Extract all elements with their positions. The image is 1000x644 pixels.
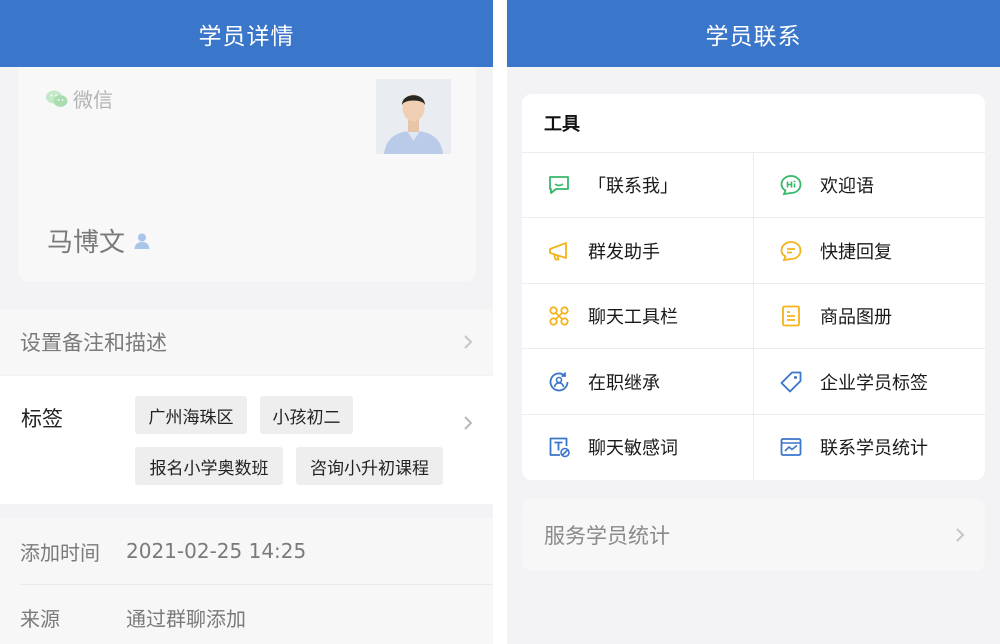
avatar[interactable] <box>376 79 451 154</box>
tools-card: 工具 「联系我」 欢迎语 群发助手 快捷回复 聊天工具栏 商品图册 在职继承 企… <box>522 94 985 480</box>
added-time-label: 添加时间 <box>20 540 100 565</box>
added-time-row: 添加时间 2021-02-25 14:25 <box>0 518 493 584</box>
student-name: 马博文 <box>47 228 126 258</box>
tags-label: 标签 <box>21 407 63 431</box>
tools-title: 工具 <box>544 114 580 135</box>
tag-chip[interactable]: 小孩初二 <box>260 396 353 434</box>
tool-contact-me[interactable]: 「联系我」 <box>522 152 753 217</box>
tool-label: 聊天工具栏 <box>588 306 678 328</box>
sensitive-word-icon <box>549 437 570 457</box>
added-time-value: 2021-02-25 14:25 <box>126 539 307 563</box>
megaphone-icon <box>549 241 567 260</box>
tag-chip[interactable]: 广州海珠区 <box>135 396 247 434</box>
user-icon <box>134 233 150 249</box>
page-title: 学员联系 <box>507 0 1000 67</box>
student-contact-screen: 学员联系 工具 「联系我」 欢迎语 群发助手 快捷回复 聊天工具栏 商品图册 在… <box>507 0 1000 644</box>
avatar-photo-icon <box>376 79 451 154</box>
tool-label: 商品图册 <box>820 306 892 328</box>
source-row: 来源 通过群聊添加 <box>0 584 493 644</box>
tool-label: 快捷回复 <box>820 241 892 263</box>
tool-label: 欢迎语 <box>820 175 874 197</box>
tool-quick-reply[interactable]: 快捷回复 <box>754 218 985 283</box>
tag-icon <box>780 371 802 392</box>
chevron-right-icon <box>956 528 965 542</box>
student-name-row: 马博文 <box>47 222 151 259</box>
tool-label: 群发助手 <box>588 241 660 263</box>
tags-section[interactable]: 标签 广州海珠区 小孩初二 报名小学奥数班 咨询小升初课程 <box>0 376 493 504</box>
tag-chip[interactable]: 咨询小升初课程 <box>296 447 443 485</box>
wechat-icon <box>46 90 68 107</box>
page-title: 学员详情 <box>0 0 493 67</box>
profile-card: 微信 马博文 <box>18 67 476 281</box>
set-remark-label: 设置备注和描述 <box>20 331 167 355</box>
info-section: 添加时间 2021-02-25 14:25 来源 通过群聊添加 <box>0 518 493 644</box>
tool-product-catalog[interactable]: 商品图册 <box>754 283 985 348</box>
chevron-right-icon <box>464 416 473 430</box>
student-detail-screen: 学员详情 微信 马博文 设置备注和描述 标签 广州海珠区 小孩初二 报名小学奥数… <box>0 0 493 644</box>
quick-reply-icon <box>780 240 802 261</box>
set-remark-row[interactable]: 设置备注和描述 <box>0 309 493 375</box>
catalog-icon <box>782 305 800 326</box>
wechat-source: 微信 <box>45 84 113 113</box>
tool-sensitive-words[interactable]: 聊天敏感词 <box>522 414 753 479</box>
tool-mass-send[interactable]: 群发助手 <box>522 218 753 283</box>
service-statistics-label: 服务学员统计 <box>544 524 670 548</box>
toolbar-icon <box>549 305 569 326</box>
tool-welcome-message[interactable]: 欢迎语 <box>754 152 985 217</box>
tool-contact-statistics[interactable]: 联系学员统计 <box>754 414 985 479</box>
statistics-icon <box>780 437 802 456</box>
chat-bubble-icon <box>549 175 569 194</box>
tool-chat-toolbar[interactable]: 聊天工具栏 <box>522 283 753 348</box>
tool-inheritance[interactable]: 在职继承 <box>522 349 753 414</box>
chevron-right-icon <box>464 335 473 349</box>
tag-chip[interactable]: 报名小学奥数班 <box>135 447 283 485</box>
tool-customer-tags[interactable]: 企业学员标签 <box>754 349 985 414</box>
source-value: 通过群聊添加 <box>126 606 246 631</box>
tool-label: 「联系我」 <box>588 175 678 197</box>
source-label: 来源 <box>20 606 60 631</box>
tool-label: 聊天敏感词 <box>588 437 678 459</box>
inherit-icon <box>549 372 569 391</box>
tool-label: 企业学员标签 <box>820 372 928 394</box>
service-statistics-row[interactable]: 服务学员统计 <box>522 499 985 571</box>
tool-label: 联系学员统计 <box>820 437 928 459</box>
wechat-label: 微信 <box>73 88 113 112</box>
hi-bubble-icon <box>780 174 802 195</box>
tool-label: 在职继承 <box>588 372 660 394</box>
